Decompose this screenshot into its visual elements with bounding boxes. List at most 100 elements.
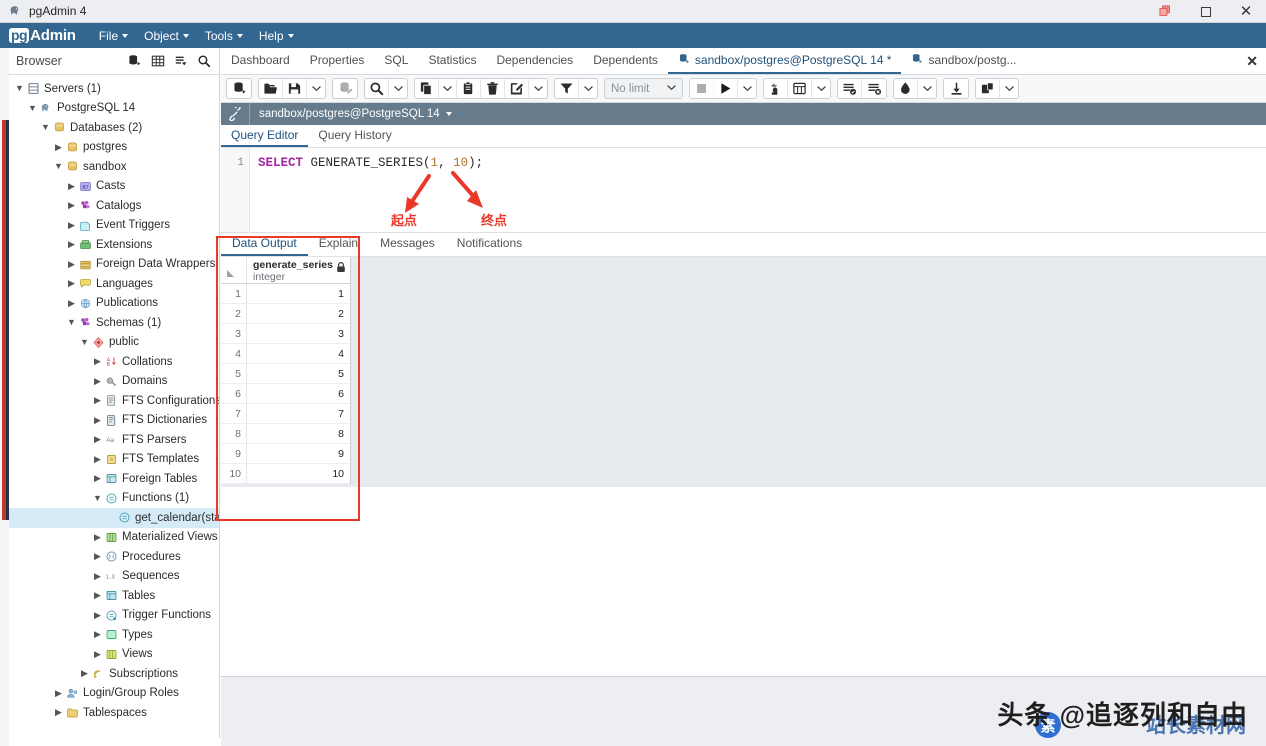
chevron-right-icon[interactable]: ▶ <box>91 435 104 444</box>
chevron-down-icon[interactable]: ▼ <box>13 84 26 93</box>
tree-item-publications[interactable]: ▶ Publications <box>9 294 219 314</box>
tree-item-languages[interactable]: ▶ Languages <box>9 274 219 294</box>
menu-help[interactable]: Help <box>252 27 301 45</box>
download-csv-icon[interactable] <box>944 79 968 98</box>
chevron-right-icon[interactable]: ▶ <box>91 649 104 659</box>
menu-object[interactable]: Object <box>137 27 196 45</box>
chevron-right-icon[interactable]: ▶ <box>91 591 104 600</box>
cell-generate-series[interactable]: 5 <box>247 364 350 383</box>
tree-item-login-group-roles[interactable]: ▶ Login/Group Roles <box>9 684 219 704</box>
chevron-down-icon[interactable]: ▼ <box>91 493 104 503</box>
close-tab-button[interactable]: ✕ <box>1246 53 1258 70</box>
save-file-icon[interactable] <box>283 79 307 98</box>
tree-item-catalogs[interactable]: ▶ Catalogs <box>9 196 219 216</box>
commit-icon[interactable] <box>838 79 863 98</box>
table-row[interactable]: 10 10 <box>221 464 350 484</box>
top-tab-dashboard[interactable]: Dashboard <box>221 48 300 74</box>
chevron-down-icon[interactable]: ▼ <box>52 162 65 171</box>
chevron-right-icon[interactable]: ▶ <box>52 142 65 152</box>
sql-editor[interactable]: 1 SELECT GENERATE_SERIES(1, 10); 起点 终点 <box>221 148 1266 233</box>
tree-item-servers-1[interactable]: ▼ Servers (1) <box>9 79 219 99</box>
select-all-corner[interactable] <box>221 257 247 283</box>
top-tab-statistics[interactable]: Statistics <box>418 48 486 74</box>
cell-generate-series[interactable]: 7 <box>247 404 350 423</box>
editor-tab-query-history[interactable]: Query History <box>308 128 401 147</box>
maximize-button[interactable] <box>1186 0 1226 23</box>
chevron-down-icon[interactable]: ▼ <box>39 123 52 132</box>
connection-label-wrap[interactable]: sandbox/postgres@PostgreSQL 14 <box>249 103 452 125</box>
table-row[interactable]: 22 <box>221 304 350 324</box>
delete-icon[interactable] <box>481 79 505 98</box>
paste-icon[interactable] <box>457 79 481 98</box>
chevron-down-icon[interactable] <box>529 79 547 98</box>
chevron-right-icon[interactable]: ▶ <box>91 552 104 561</box>
tree-item-tablespaces[interactable]: ▶ Tablespaces <box>9 703 219 723</box>
tree-item-fts-parsers[interactable]: ▶ Aa FTS Parsers <box>9 430 219 450</box>
tree-item-domains[interactable]: ▶ Domains <box>9 372 219 392</box>
cell-generate-series[interactable]: 6 <box>247 384 350 403</box>
chevron-right-icon[interactable]: ▶ <box>65 181 78 191</box>
table-row[interactable]: 55 <box>221 364 350 384</box>
table-row[interactable]: 77 <box>221 404 350 424</box>
menu-file[interactable]: File <box>92 27 135 45</box>
top-tab-sandbox-postgres-postgresql-14[interactable]: sandbox/postgres@PostgreSQL 14 * <box>667 48 902 74</box>
object-tree[interactable]: ▼ Servers (1) ▼ PostgreSQL 14 ▼ Databases (2)… <box>9 76 219 738</box>
chevron-right-icon[interactable]: ▶ <box>65 298 78 308</box>
tree-item-views[interactable]: ▶ Views <box>9 645 219 665</box>
tree-item-fts-dictionaries[interactable]: ▶ FTS Dictionaries <box>9 411 219 431</box>
chevron-down-icon[interactable]: ▼ <box>78 337 91 347</box>
cell-generate-series[interactable]: 2 <box>247 304 350 323</box>
tree-item-foreign-data-wrappers[interactable]: ▶ Foreign Data Wrappers <box>9 255 219 275</box>
top-tab-sql[interactable]: SQL <box>374 48 418 74</box>
macros-icon[interactable] <box>976 79 1001 98</box>
chevron-right-icon[interactable]: ▶ <box>91 532 104 542</box>
result-tab-data-output[interactable]: Data Output <box>221 236 308 256</box>
top-tab-dependencies[interactable]: Dependencies <box>486 48 583 74</box>
chevron-right-icon[interactable]: ▶ <box>52 708 65 717</box>
tree-item-procedures[interactable]: ▶ Procedures <box>9 547 219 567</box>
close-button[interactable]: ✕ <box>1226 0 1266 23</box>
chevron-right-icon[interactable]: ▶ <box>91 415 104 425</box>
chevron-right-icon[interactable]: ▶ <box>91 376 104 386</box>
table-row[interactable]: 11 <box>221 284 350 304</box>
chevron-right-icon[interactable]: ▶ <box>91 396 104 405</box>
chevron-right-icon[interactable]: ▶ <box>65 201 78 210</box>
tree-item-sandbox[interactable]: ▼ sandbox <box>9 157 219 177</box>
chevron-down-icon[interactable] <box>389 79 407 98</box>
chevron-right-icon[interactable]: ▶ <box>52 688 65 698</box>
chevron-right-icon[interactable]: ▶ <box>65 279 78 288</box>
table-row[interactable]: 66 <box>221 384 350 404</box>
cell-generate-series[interactable]: 8 <box>247 424 350 443</box>
open-connection-icon[interactable] <box>227 79 251 98</box>
table-row[interactable]: 88 <box>221 424 350 444</box>
chevron-down-icon[interactable] <box>439 79 457 98</box>
cell-generate-series[interactable]: 9 <box>247 444 350 463</box>
column-header-generate-series[interactable]: generate_series integer <box>247 257 350 283</box>
editor-tab-query-editor[interactable]: Query Editor <box>221 128 309 147</box>
tree-item-casts[interactable]: ▶ 87 Casts <box>9 177 219 197</box>
tree-item-databases-2[interactable]: ▼ Databases (2) <box>9 118 219 138</box>
tree-item-fts-configurations[interactable]: ▶ FTS Configurations <box>9 391 219 411</box>
filter-icon[interactable] <box>171 52 191 71</box>
chevron-right-icon[interactable]: ▶ <box>91 474 104 483</box>
tree-item-postgresql-14[interactable]: ▼ PostgreSQL 14 <box>9 99 219 119</box>
chevron-right-icon[interactable]: ▶ <box>91 630 104 639</box>
tree-item-fts-templates[interactable]: ▶ FTS Templates <box>9 450 219 470</box>
tree-item-schemas-1[interactable]: ▼ Schemas (1) <box>9 313 219 333</box>
copy-icon[interactable] <box>415 79 439 98</box>
top-tab-sandbox-postg[interactable]: sandbox/postg... <box>901 48 1026 74</box>
clear-icon[interactable] <box>894 79 919 98</box>
chevron-right-icon[interactable]: ▶ <box>78 669 91 678</box>
top-tab-properties[interactable]: Properties <box>300 48 375 74</box>
grid-icon[interactable] <box>148 52 168 71</box>
tree-item-get-calendar-start[interactable]: get_calendar(start <box>9 508 219 528</box>
chevron-down-icon[interactable] <box>1000 79 1018 98</box>
chevron-right-icon[interactable]: ▶ <box>91 610 104 620</box>
result-tab-notifications[interactable]: Notifications <box>446 236 533 256</box>
cell-generate-series[interactable]: 4 <box>247 344 350 363</box>
table-row[interactable]: 33 <box>221 324 350 344</box>
tree-item-trigger-functions[interactable]: ▶ Trigger Functions <box>9 606 219 626</box>
chevron-down-icon[interactable]: ▼ <box>65 318 78 327</box>
tree-item-sequences[interactable]: ▶ 1..3 Sequences <box>9 567 219 587</box>
table-row[interactable]: 99 <box>221 444 350 464</box>
